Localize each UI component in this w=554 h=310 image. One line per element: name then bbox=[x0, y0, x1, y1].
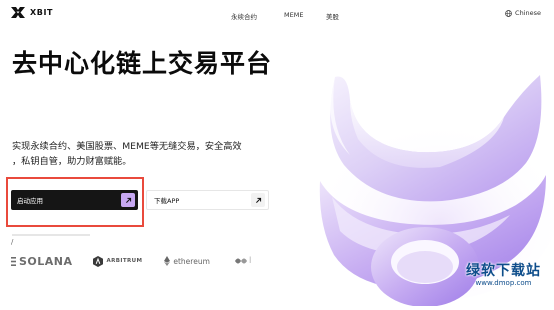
globe-icon bbox=[505, 9, 512, 17]
hero-description-line-1: 实现永续合约、美国股票、MEME等无缝交易，安全高效 bbox=[12, 141, 242, 152]
brand-name: XBIT bbox=[30, 8, 54, 17]
watermark-url: www.dmop.com bbox=[475, 279, 532, 287]
hero-description: 实现永续合约、美国股票、MEME等无缝交易，安全高效 ，私钥自管，助力财富赋能。 bbox=[12, 139, 287, 169]
nav-link-meme[interactable]: MEME bbox=[284, 11, 303, 19]
ethereum-icon bbox=[164, 256, 171, 266]
download-app-label: 下载APP bbox=[154, 197, 180, 205]
watermark-title: 绿软下载站 bbox=[466, 263, 541, 279]
divider-slash: / bbox=[11, 238, 14, 246]
arbitrum-icon bbox=[92, 255, 103, 267]
page-title: 去中心化链上交易平台 bbox=[12, 49, 273, 78]
nav-link-perpetual[interactable]: 永续合约 bbox=[231, 11, 257, 21]
partner-logos: SOLANA ARBITRUM ethereum I bbox=[11, 253, 252, 269]
partner-fourth-icon bbox=[234, 258, 247, 264]
partner-fourth: I bbox=[234, 256, 252, 266]
watermark: 绿软下载站 www.dmop.com bbox=[466, 260, 541, 287]
partner-fourth-label: I bbox=[248, 256, 252, 266]
highlight-box bbox=[6, 177, 144, 227]
partner-solana-label: SOLANA bbox=[19, 254, 73, 268]
brand-logo[interactable]: XBIT bbox=[11, 7, 53, 18]
section-divider bbox=[12, 234, 90, 236]
nav-link-us-stocks[interactable]: 美股 bbox=[326, 11, 339, 21]
download-app-button[interactable]: 下载APP bbox=[146, 190, 269, 210]
partner-arbitrum-label: ARBITRUM bbox=[106, 258, 143, 264]
solana-icon bbox=[11, 256, 16, 266]
top-nav: XBIT 永续合约 MEME 美股 Chinese bbox=[0, 0, 554, 30]
partner-solana: SOLANA bbox=[11, 255, 73, 268]
partner-arbitrum: ARBITRUM bbox=[92, 255, 143, 267]
partner-ethereum-label: ethereum bbox=[173, 256, 210, 266]
xbit-logo-icon bbox=[11, 7, 25, 18]
hero-description-line-2: ，私钥自管，助力财富赋能。 bbox=[12, 156, 132, 167]
partner-ethereum: ethereum bbox=[164, 256, 210, 266]
arrow-up-right-icon bbox=[251, 193, 265, 207]
language-selector[interactable]: Chinese bbox=[505, 9, 541, 17]
language-label: Chinese bbox=[515, 9, 541, 17]
